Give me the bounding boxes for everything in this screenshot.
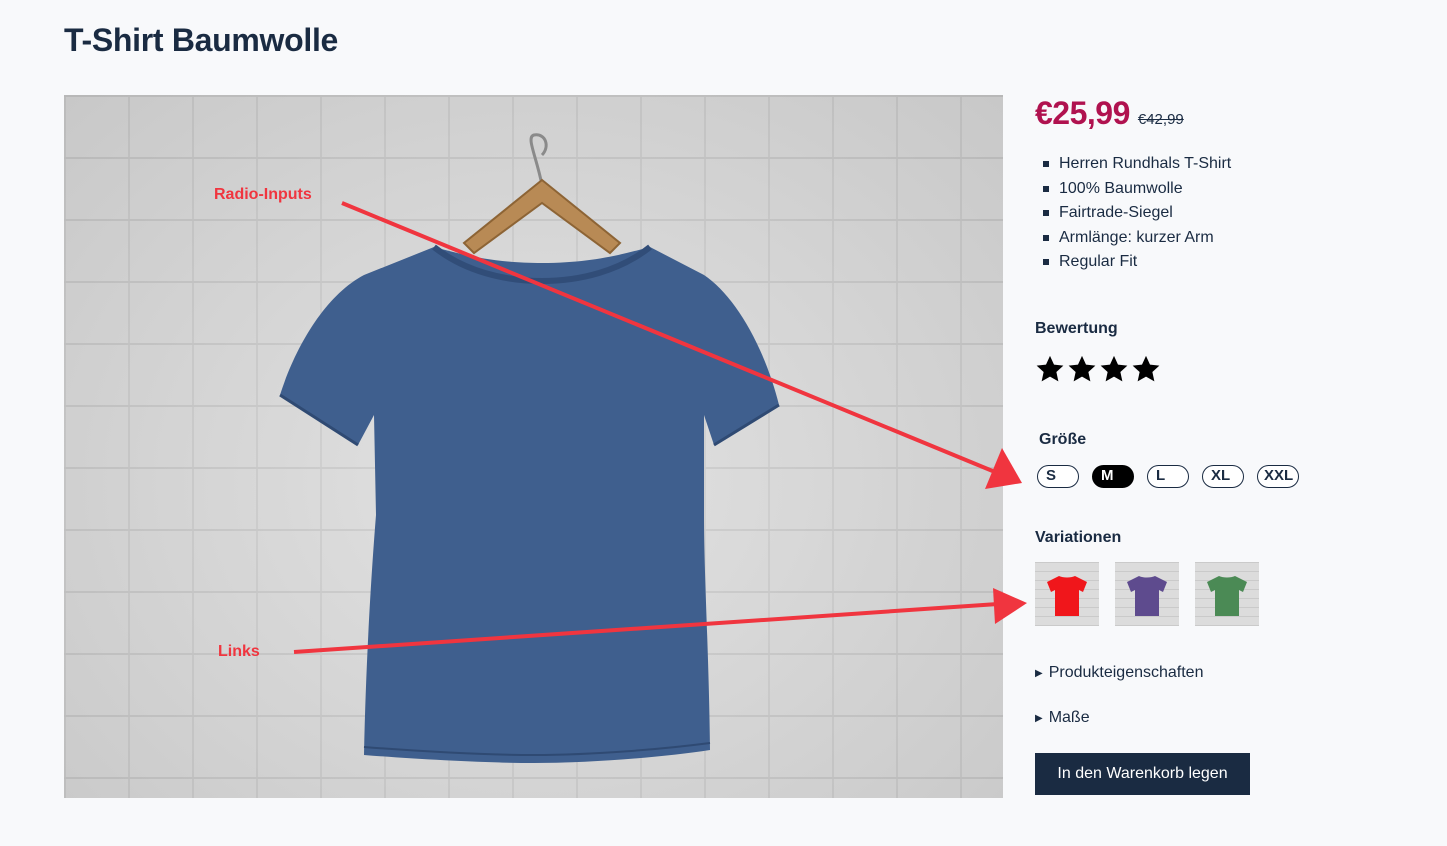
feature-list: Herren Rundhals T-Shirt 100% Baumwolle F…	[1043, 152, 1231, 275]
tshirt-green-icon	[1207, 576, 1247, 616]
size-option-s[interactable]: S	[1037, 465, 1079, 488]
hanger	[462, 178, 622, 255]
product-image	[64, 95, 1003, 798]
variation-link-purple[interactable]	[1115, 562, 1179, 626]
variation-link-green[interactable]	[1195, 562, 1259, 626]
star-icon	[1132, 355, 1160, 382]
disclosure-triangle-icon: ▶	[1035, 668, 1043, 679]
feature-item: Herren Rundhals T-Shirt	[1043, 152, 1231, 177]
size-option-l[interactable]: L	[1147, 465, 1189, 488]
details-product-properties[interactable]: ▶ Produkteigenschaften	[1035, 664, 1203, 682]
current-price: €25,99	[1035, 95, 1130, 131]
star-icon	[1068, 355, 1096, 382]
details-label: Produkteigenschaften	[1048, 664, 1204, 681]
variations-label: Variationen	[1035, 529, 1122, 546]
variation-links	[1035, 562, 1259, 626]
size-option-xl[interactable]: XL	[1202, 465, 1244, 488]
tshirt-red-icon	[1047, 576, 1087, 616]
price-block: €25,99 €42,99	[1035, 95, 1184, 132]
size-option-m[interactable]: M	[1092, 465, 1134, 488]
disclosure-triangle-icon: ▶	[1035, 713, 1043, 724]
variation-link-red[interactable]	[1035, 562, 1099, 626]
rating-stars	[1035, 353, 1161, 385]
page-title: T-Shirt Baumwolle	[64, 22, 339, 58]
size-label: Größe	[1039, 431, 1087, 448]
star-icon	[1100, 355, 1128, 382]
star-icon	[1036, 355, 1064, 382]
feature-item: Regular Fit	[1043, 250, 1231, 275]
callout-links: Links	[218, 643, 260, 660]
feature-item: Fairtrade-Siegel	[1043, 201, 1231, 226]
hanger-hook	[529, 133, 548, 186]
tshirt-purple-icon	[1127, 576, 1167, 616]
details-dimensions[interactable]: ▶ Maße	[1035, 709, 1090, 727]
feature-item: 100% Baumwolle	[1043, 177, 1231, 202]
tshirt-shape	[280, 247, 779, 763]
old-price: €42,99	[1137, 111, 1184, 128]
details-label: Maße	[1048, 709, 1090, 726]
size-radio-group: S M L XL XXL	[1037, 465, 1299, 488]
add-to-cart-button[interactable]: In den Warenkorb legen	[1035, 753, 1250, 795]
feature-item: Armlänge: kurzer Arm	[1043, 226, 1231, 251]
rating-label: Bewertung	[1035, 320, 1118, 337]
size-option-xxl[interactable]: XXL	[1257, 465, 1299, 488]
tshirt-illustration	[279, 133, 780, 763]
callout-radio-inputs: Radio-Inputs	[214, 186, 312, 203]
